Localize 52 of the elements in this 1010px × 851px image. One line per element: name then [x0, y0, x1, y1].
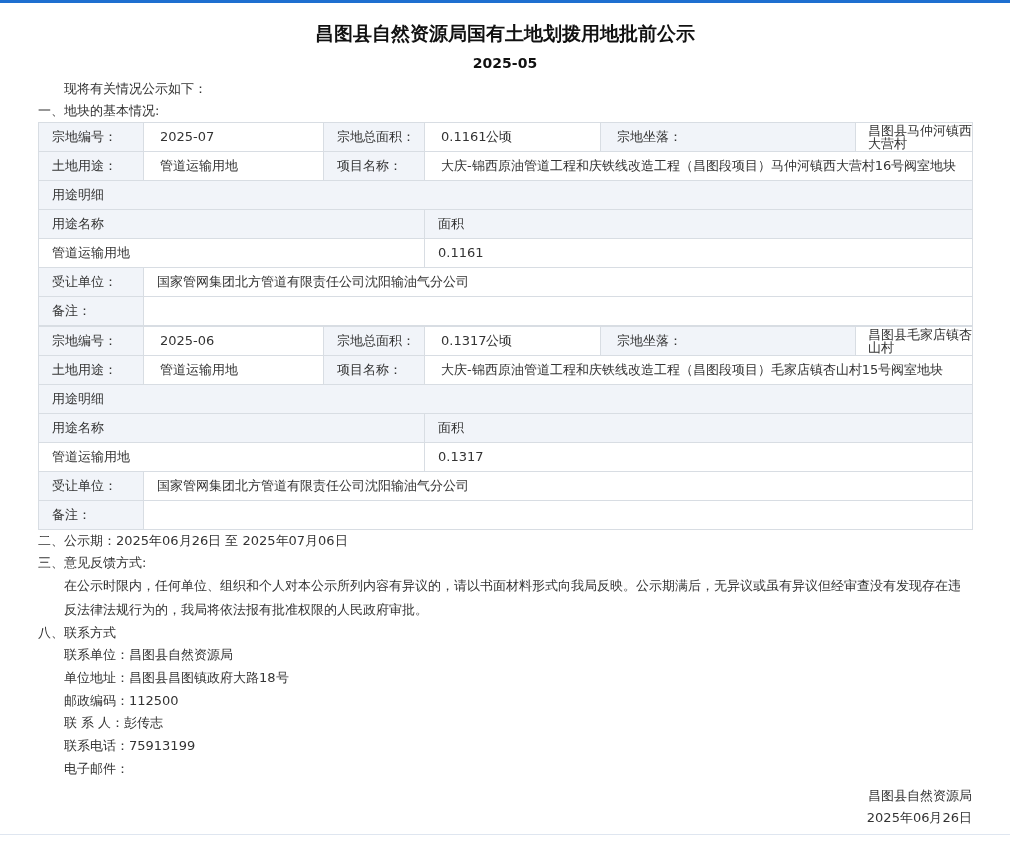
section-heading: 一、地块的基本情况: — [37, 102, 161, 120]
intro-text: 现将有关情况公示如下： — [63, 80, 208, 98]
table-cell: 宗地总面积： — [323, 122, 425, 152]
table-cell: 国家管网集团北方管道有限责任公司沈阳输油气分公司 — [143, 267, 973, 297]
contact-line: 联 系 人：彭传志 — [63, 714, 165, 733]
contact-line: 邮政编码：112500 — [63, 691, 180, 710]
table-cell: 0.1317公顷 — [424, 326, 601, 356]
table-cell: 大庆-锦西原油管道工程和庆铁线改造工程（昌图段项目）毛家店镇杏山村15号阀室地块 — [424, 355, 973, 385]
section-heading: 二、公示期：2025年06月26日 至 2025年07月06日 — [37, 532, 349, 550]
table-cell: 受让单位： — [38, 471, 144, 501]
table-cell: 项目名称： — [323, 151, 425, 181]
table-cell: 0.1317 — [424, 442, 973, 472]
notice-title: 昌图县自然资源局国有土地划拨用地批前公示 — [314, 21, 696, 46]
signature-date: 2025年06月26日 — [865, 808, 972, 827]
table-cell: 管道运输用地 — [38, 442, 425, 472]
table-cell: 面积 — [424, 413, 973, 443]
table-cell: 宗地编号： — [38, 326, 144, 356]
table-cell: 宗地坐落： — [600, 326, 856, 356]
table-cell: 宗地坐落： — [600, 122, 856, 152]
table-cell: 0.1161公顷 — [424, 122, 601, 152]
table-cell: 用途名称 — [38, 413, 425, 443]
table-cell: 用途明细 — [38, 180, 973, 210]
table-cell: 2025-07 — [143, 122, 324, 152]
table-cell: 国家管网集团北方管道有限责任公司沈阳输油气分公司 — [143, 471, 973, 501]
table-cell: 受让单位： — [38, 267, 144, 297]
table-cell: 昌图县毛家店镇杏山村 — [855, 326, 973, 356]
table-cell: 昌图县马仲河镇西大营村 — [855, 122, 973, 152]
table-cell: 宗地编号： — [38, 122, 144, 152]
signature-org: 昌图县自然资源局 — [867, 786, 972, 805]
table-cell: 用途明细 — [38, 384, 973, 414]
feedback-text: 在公示时限内，任何单位、组织和个人对本公示所列内容有异议的，请以书面材料形式向我局反映。公示期满后，无异议或虽有异议但经审查没有发现存在违反法律法规行为的，我局将依法报有批准权限的人民政府审批。 — [63, 577, 962, 619]
table-cell: 管道运输用地 — [143, 151, 324, 181]
table-cell: 2025-06 — [143, 326, 324, 356]
contact-line: 单位地址：昌图县昌图镇政府大路18号 — [63, 668, 290, 687]
issue-number: 2025-05 — [471, 54, 539, 73]
table-cell: 宗地总面积： — [323, 326, 425, 356]
table-cell: 面积 — [424, 209, 973, 239]
table-cell: 土地用途： — [38, 151, 144, 181]
table-cell: 管道运输用地 — [38, 238, 425, 268]
table-cell: 项目名称： — [323, 355, 425, 385]
contact-line: 联系单位：昌图县自然资源局 — [63, 646, 234, 664]
section-heading: 八、联系方式 — [37, 624, 117, 642]
table-cell: 管道运输用地 — [143, 355, 324, 385]
table-cell: 用途名称 — [38, 209, 425, 239]
section-heading: 三、意见反馈方式: — [37, 554, 148, 572]
table-cell: 土地用途： — [38, 355, 144, 385]
table-cell: 备注： — [38, 296, 144, 326]
table-cell: 0.1161 — [424, 238, 973, 268]
contact-line: 电子邮件： — [63, 760, 130, 778]
table-cell: 大庆-锦西原油管道工程和庆铁线改造工程（昌图段项目）马仲河镇西大营村16号阀室地块 — [424, 151, 973, 181]
table-cell: 备注： — [38, 500, 144, 530]
contact-line: 联系电话：75913199 — [63, 737, 197, 756]
